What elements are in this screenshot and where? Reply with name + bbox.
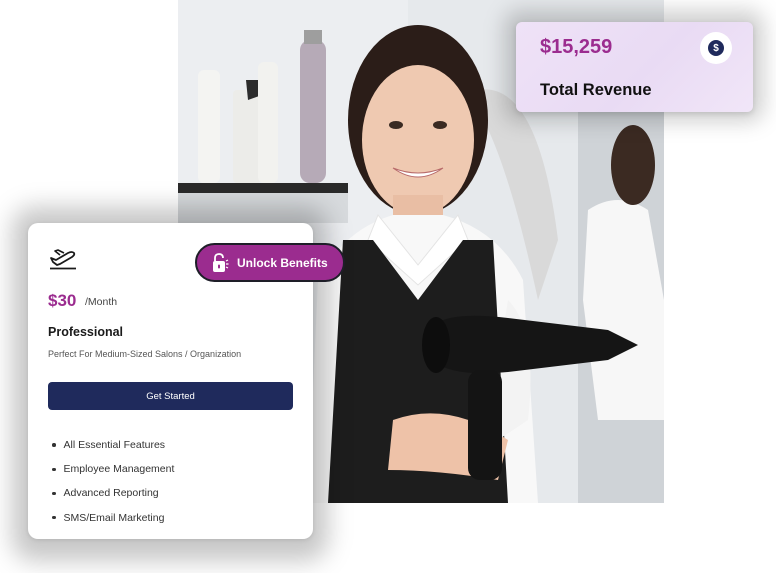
revenue-card: $15,259 Total Revenue $	[516, 22, 753, 112]
feature-label: SMS/Email Marketing	[63, 511, 165, 524]
feature-item: Advanced Reporting	[52, 481, 174, 505]
revenue-amount: $15,259	[540, 36, 613, 58]
feature-label: All Essential Features	[63, 439, 166, 452]
feature-item: SMS/Email Marketing	[52, 506, 174, 530]
bullet-icon	[52, 443, 56, 447]
revenue-label: Total Revenue	[540, 81, 652, 99]
dollar-icon: $	[708, 40, 724, 56]
feature-item: All Essential Features	[52, 433, 174, 457]
airplane-takeoff-icon	[50, 249, 76, 270]
unlock-benefits-label: Unlock Benefits	[237, 255, 328, 270]
feature-list: All Essential Features Employee Manageme…	[52, 433, 174, 530]
feature-label: Employee Management	[63, 463, 175, 476]
feature-item: Employee Management	[52, 457, 174, 481]
dollar-badge: $	[700, 32, 732, 64]
plan-period: /Month	[85, 296, 118, 308]
bullet-icon	[52, 491, 56, 496]
plan-price: $30	[48, 291, 77, 310]
plan-name: Professional	[48, 325, 124, 339]
feature-label: Advanced Reporting	[63, 487, 159, 500]
unlock-icon	[213, 252, 229, 272]
get-started-button[interactable]: Get Started	[48, 382, 293, 410]
plan-description: Perfect For Medium-Sized Salons / Organi…	[48, 349, 242, 359]
bullet-icon	[52, 467, 56, 472]
unlock-benefits-button[interactable]: Unlock Benefits	[195, 243, 345, 282]
bullet-icon	[52, 515, 56, 520]
